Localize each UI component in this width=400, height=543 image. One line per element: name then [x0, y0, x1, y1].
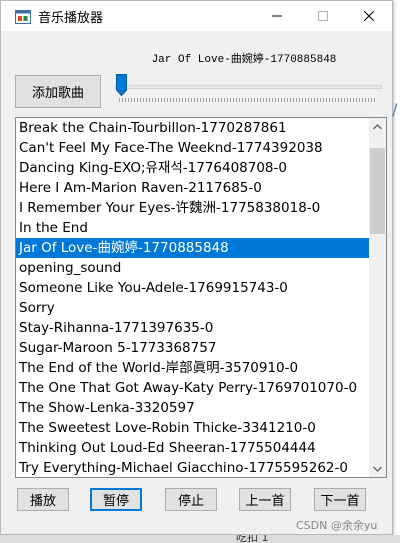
background-text: 吃扣 1 — [236, 535, 269, 543]
slider-ticks — [119, 98, 377, 102]
playlist-scrollbar[interactable] — [369, 118, 386, 477]
list-item[interactable]: I Remember Your Eyes-许魏洲-1775838018-0 — [16, 198, 369, 218]
next-button[interactable]: 下一首 — [314, 488, 366, 511]
pause-button[interactable]: 暂停 — [90, 488, 142, 511]
stop-button[interactable]: 停止 — [165, 488, 217, 511]
list-item[interactable]: Dancing King-EXO;유재석-1776408708-0 — [16, 158, 369, 178]
list-item[interactable]: The Show-Lenka-3320597 — [16, 398, 369, 418]
maximize-icon — [318, 11, 328, 21]
music-player-app-icon — [15, 9, 31, 24]
close-icon — [364, 11, 374, 21]
add-song-button[interactable]: 添加歌曲 — [15, 75, 101, 108]
background-window-fragment: / — [392, 100, 398, 119]
list-item[interactable]: Try Everything-Michael Giacchino-1775595… — [16, 458, 369, 477]
music-player-window: 音乐播放器 Jar Of Love-曲婉婷-1770885848 添加歌曲 Br… — [0, 0, 393, 535]
list-item-selected[interactable]: Jar Of Love-曲婉婷-1770885848 — [16, 238, 369, 258]
list-item[interactable]: Can't Feel My Face-The Weeknd-1774392038 — [16, 138, 369, 158]
minimize-button[interactable] — [254, 1, 300, 31]
list-item[interactable]: The One That Got Away-Katy Perry-1769701… — [16, 378, 369, 398]
title-bar[interactable]: 音乐播放器 — [1, 1, 392, 31]
list-item[interactable]: The End of the World-岸部眞明-3570910-0 — [16, 358, 369, 378]
scroll-up-button[interactable] — [369, 118, 386, 135]
list-item[interactable]: Sugar-Maroon 5-1773368757 — [16, 338, 369, 358]
scroll-down-button[interactable] — [369, 460, 386, 477]
list-item[interactable]: Someone Like You-Adele-1769915743-0 — [16, 278, 369, 298]
chevron-up-icon — [373, 123, 382, 129]
maximize-button[interactable] — [300, 1, 346, 31]
window-title: 音乐播放器 — [38, 11, 104, 26]
close-button[interactable] — [346, 1, 392, 31]
scroll-thumb[interactable] — [370, 148, 385, 234]
playlist-listbox[interactable]: Break the Chain-Tourbillon-1770287861 Can… — [15, 117, 387, 478]
minimize-icon — [272, 15, 282, 17]
previous-button[interactable]: 上一首 — [239, 488, 291, 511]
watermark: CSDN @余余yu — [296, 519, 378, 532]
slider-thumb[interactable] — [116, 74, 127, 97]
list-item[interactable]: Sorry — [16, 298, 369, 318]
list-item[interactable]: The Sweetest Love-Robin Thicke-3341210-0 — [16, 418, 369, 438]
list-item[interactable]: opening_sound — [16, 258, 369, 278]
progress-slider[interactable] — [114, 74, 384, 102]
play-button[interactable]: 播放 — [17, 488, 69, 511]
list-item[interactable]: Break the Chain-Tourbillon-1770287861 — [16, 118, 369, 138]
now-playing-label: Jar Of Love-曲婉婷-1770885848 — [151, 54, 337, 66]
list-item[interactable]: Here I Am-Marion Raven-2117685-0 — [16, 178, 369, 198]
list-item[interactable]: Thinking Out Loud-Ed Sheeran-1775504444 — [16, 438, 369, 458]
slider-track[interactable] — [114, 85, 382, 89]
list-item[interactable]: In the End — [16, 218, 369, 238]
list-item[interactable]: Stay-Rihanna-1771397635-0 — [16, 318, 369, 338]
background-strip: 吃扣 1 — [0, 535, 400, 543]
playlist-items: Break the Chain-Tourbillon-1770287861 Can… — [16, 118, 369, 477]
chevron-down-icon — [373, 466, 382, 472]
